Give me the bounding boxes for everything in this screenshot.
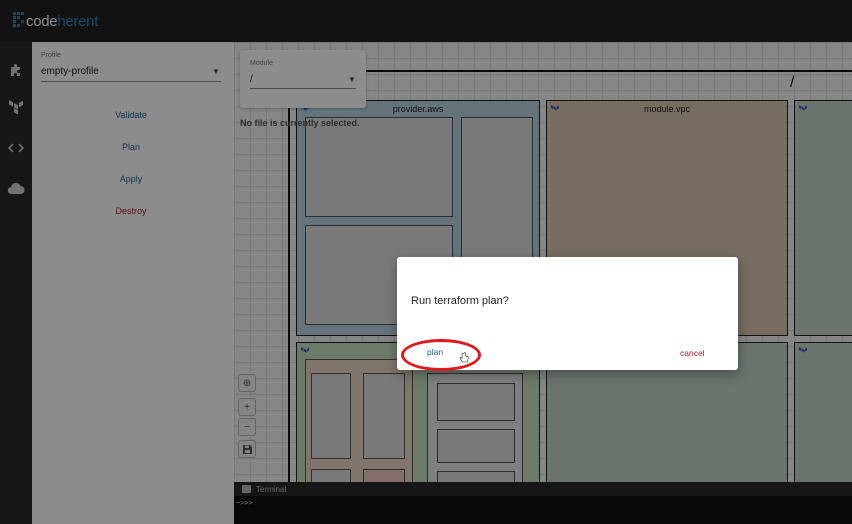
- highlight-ring: [401, 339, 481, 371]
- hand-cursor-icon: [459, 352, 469, 363]
- dialog-title: Run terraform plan?: [411, 295, 509, 307]
- cancel-button[interactable]: cancel: [680, 348, 705, 358]
